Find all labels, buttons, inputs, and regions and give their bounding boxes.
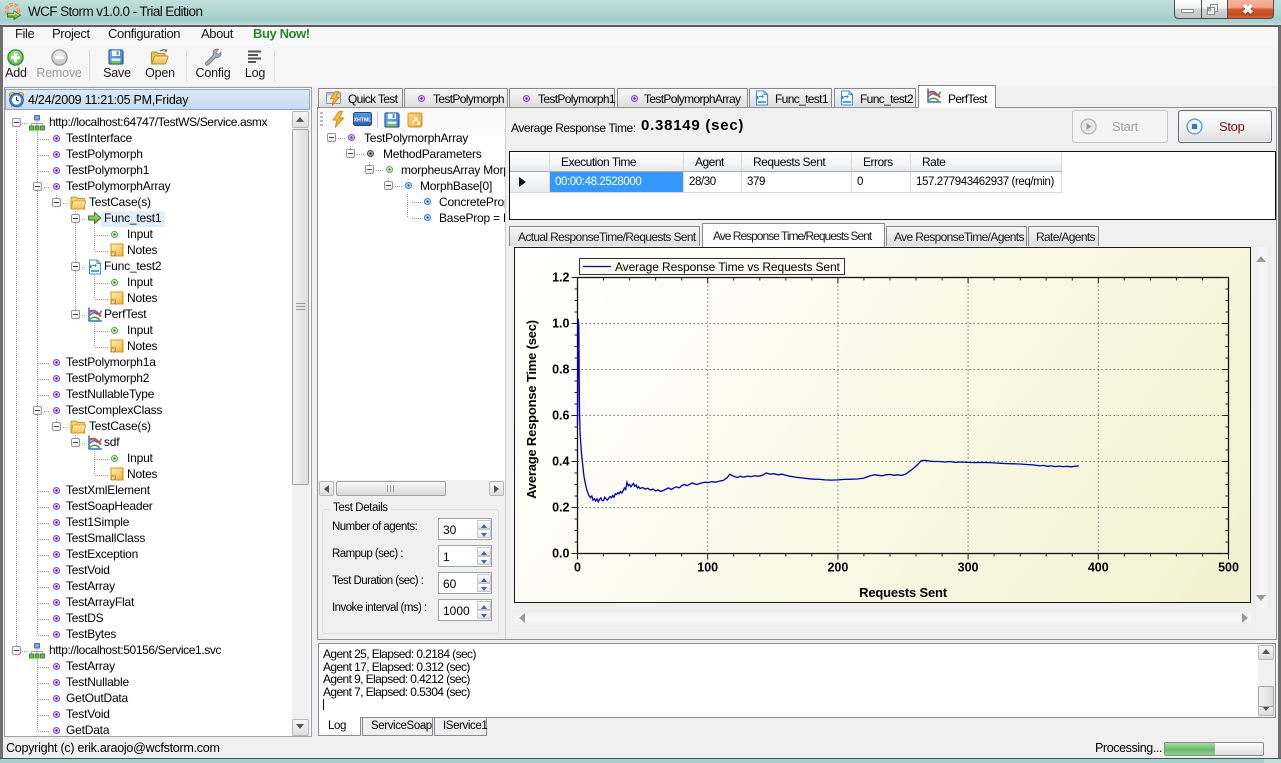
- svg-text:Requests Sent: Requests Sent: [859, 585, 948, 600]
- svg-text:100: 100: [697, 560, 718, 574]
- svg-text:0.6: 0.6: [552, 408, 569, 422]
- svg-text:200: 200: [827, 560, 848, 574]
- svg-text:0.4: 0.4: [552, 454, 569, 468]
- svg-text:1.2: 1.2: [552, 270, 569, 284]
- svg-text:0.2: 0.2: [552, 500, 569, 514]
- svg-text:0: 0: [574, 560, 581, 574]
- svg-text:500: 500: [1218, 560, 1239, 574]
- svg-text:400: 400: [1087, 560, 1108, 574]
- svg-text:Average Response Time (sec): Average Response Time (sec): [524, 320, 539, 499]
- svg-text:1.0: 1.0: [552, 316, 569, 330]
- svg-text:300: 300: [957, 560, 978, 574]
- svg-text:Average Response Time vs Reque: Average Response Time vs Requests Sent: [615, 260, 841, 274]
- svg-text:0.0: 0.0: [552, 546, 569, 560]
- svg-text:0.8: 0.8: [552, 362, 569, 376]
- svg-text:XHTML: XHTML: [354, 117, 372, 123]
